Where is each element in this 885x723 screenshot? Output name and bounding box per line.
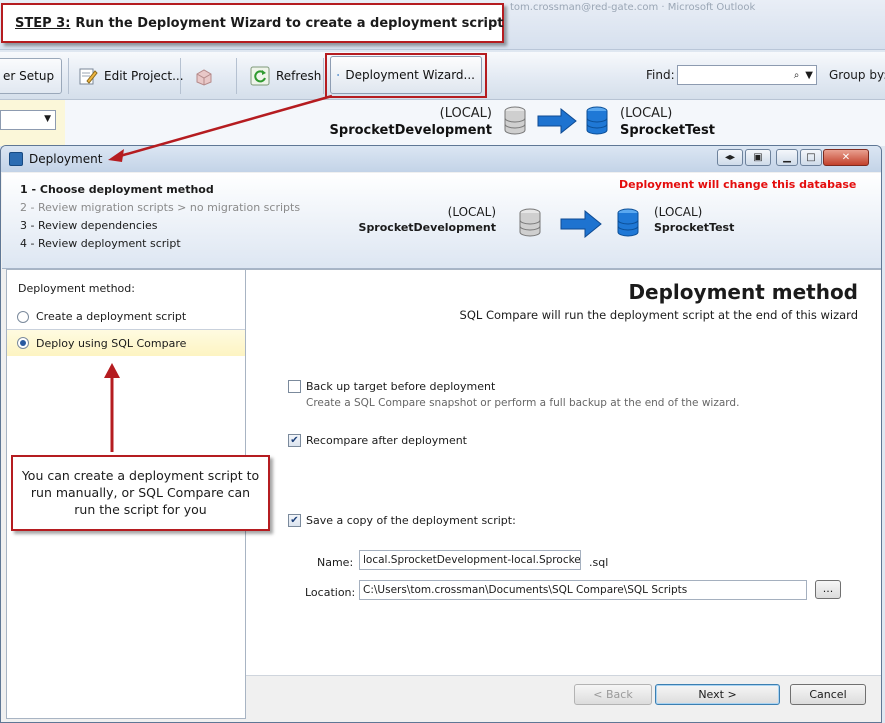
method-note-callout: You can create a deployment script to ru… xyxy=(11,455,270,531)
wizard-pointer-arrow xyxy=(119,94,333,158)
wizard-pointer-arrowhead xyxy=(108,149,124,162)
method-pointer-arrowhead xyxy=(104,363,120,378)
annotation-arrows xyxy=(104,94,333,452)
